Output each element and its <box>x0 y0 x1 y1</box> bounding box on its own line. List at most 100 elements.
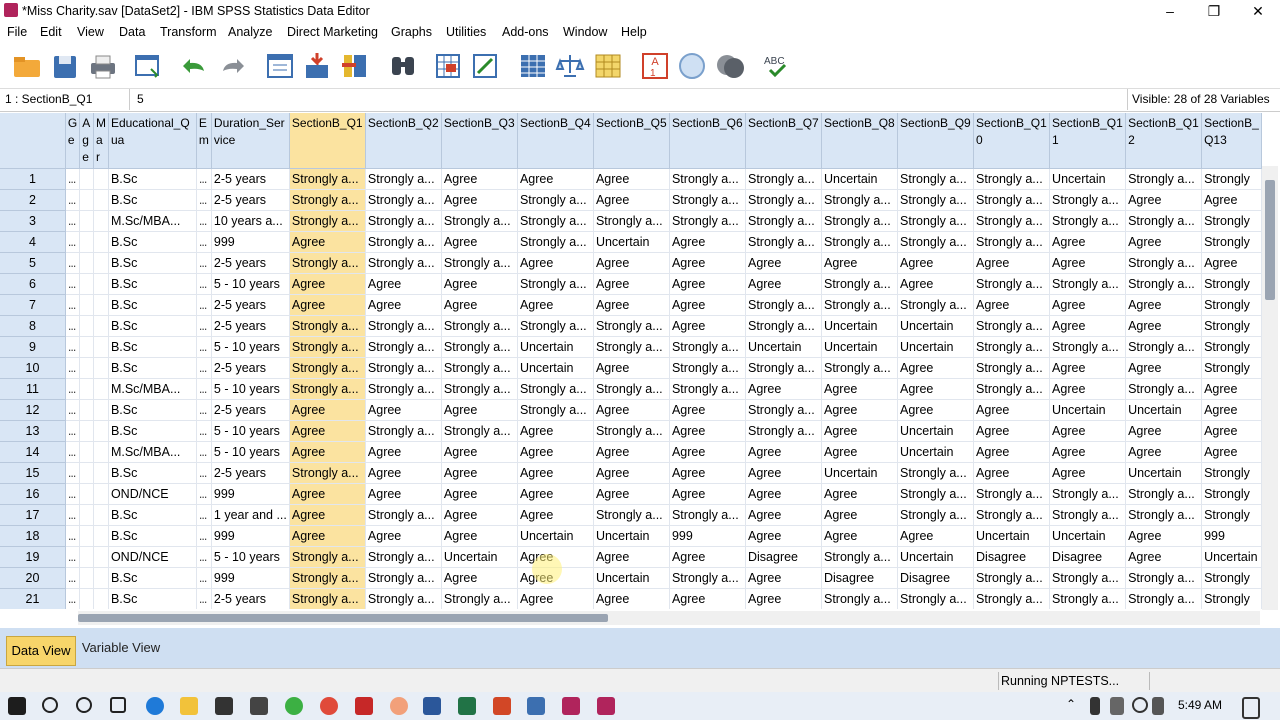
table-cell[interactable]: 5 - 10 years <box>211 420 290 442</box>
table-cell[interactable]: Agree <box>1125 315 1203 337</box>
table-cell[interactable]: Strongly a... <box>973 210 1051 232</box>
table-cell[interactable]: Agree <box>897 273 975 295</box>
table-cell[interactable]: 5 - 10 years <box>211 546 290 568</box>
spss-data-icon[interactable] <box>562 697 580 715</box>
truncated-cell[interactable] <box>79 273 94 295</box>
use-sets-icon[interactable] <box>677 51 707 81</box>
table-cell[interactable]: Strongly a... <box>289 567 366 589</box>
table-cell[interactable]: Agree <box>745 567 823 589</box>
row-number[interactable]: 5 <box>0 252 66 274</box>
truncated-cell[interactable] <box>79 378 94 400</box>
table-cell[interactable]: Strongly a... <box>1049 504 1127 526</box>
table-cell[interactable]: Strongly a... <box>669 168 746 190</box>
column-header[interactable]: E m <box>196 113 212 169</box>
table-cell[interactable]: 5 - 10 years <box>211 378 290 400</box>
table-cell[interactable]: Strongly a... <box>593 378 670 400</box>
table-cell[interactable]: 2-5 years <box>211 252 290 274</box>
table-cell[interactable]: Strongly a... <box>517 399 594 421</box>
table-cell[interactable]: Agree <box>593 588 670 609</box>
table-cell[interactable]: Uncertain <box>1049 168 1127 190</box>
table-cell[interactable]: Agree <box>1049 315 1127 337</box>
row-number[interactable]: 6 <box>0 273 66 295</box>
table-cell[interactable]: Agree <box>1201 378 1262 400</box>
table-cell[interactable]: Strongly a... <box>821 189 899 211</box>
truncated-cell[interactable] <box>93 378 109 400</box>
tray-chevron-icon[interactable]: ⌃ <box>1066 697 1078 711</box>
table-cell[interactable]: Strongly a... <box>973 336 1051 358</box>
select-cases-icon[interactable] <box>593 51 623 81</box>
goto-variable-icon[interactable] <box>302 51 332 81</box>
table-cell[interactable]: Strongly a... <box>745 399 823 421</box>
table-cell[interactable]: Agree <box>441 462 518 484</box>
table-cell[interactable]: Strongly a... <box>821 273 899 295</box>
windows-start-icon[interactable] <box>8 697 26 715</box>
table-cell[interactable]: B.Sc <box>108 315 197 337</box>
table-cell[interactable]: Strongly a... <box>1125 567 1203 589</box>
table-cell[interactable]: Agree <box>593 168 670 190</box>
truncated-cell[interactable] <box>93 525 109 547</box>
table-cell[interactable]: 999 <box>1201 525 1262 547</box>
menu-direct-marketing[interactable]: Direct Marketing <box>287 25 378 39</box>
table-cell[interactable]: Strongly a... <box>365 336 442 358</box>
table-cell[interactable]: Agree <box>441 189 518 211</box>
table-cell[interactable]: Agree <box>289 504 366 526</box>
table-cell[interactable]: Strongly a... <box>745 315 823 337</box>
table-cell[interactable]: Disagree <box>745 546 823 568</box>
menu-graphs[interactable]: Graphs <box>391 25 432 39</box>
table-cell[interactable]: Strongly a... <box>593 336 670 358</box>
network-icon[interactable] <box>1110 697 1124 715</box>
row-number[interactable]: 3 <box>0 210 66 232</box>
table-cell[interactable]: Agree <box>821 420 899 442</box>
table-cell[interactable]: Uncertain <box>593 525 670 547</box>
table-cell[interactable]: Strongly a... <box>517 231 594 253</box>
truncated-cell[interactable] <box>93 483 109 505</box>
row-number[interactable]: 20 <box>0 567 66 589</box>
table-cell[interactable]: Uncertain <box>517 525 594 547</box>
truncated-cell[interactable]: ... <box>65 336 81 358</box>
table-cell[interactable]: Strongly a... <box>973 588 1051 609</box>
column-header[interactable]: SectionB_Q10 <box>973 113 1051 169</box>
table-cell[interactable]: 1 year and ... <box>211 504 290 526</box>
spss-viewer-icon[interactable] <box>527 697 545 715</box>
table-cell[interactable]: Strongly <box>1201 567 1262 589</box>
table-cell[interactable]: Agree <box>593 189 670 211</box>
table-cell[interactable]: Agree <box>365 294 442 316</box>
column-header[interactable]: SectionB_Q8 <box>821 113 899 169</box>
table-cell[interactable]: Agree <box>441 294 518 316</box>
truncated-cell[interactable] <box>93 504 109 526</box>
table-cell[interactable]: Agree <box>821 504 899 526</box>
table-cell[interactable]: Agree <box>669 462 746 484</box>
truncated-cell[interactable] <box>93 294 109 316</box>
truncated-cell[interactable]: ... <box>65 252 81 274</box>
table-cell[interactable]: Agree <box>1049 441 1127 463</box>
table-cell[interactable]: Agree <box>517 168 594 190</box>
table-cell[interactable]: Uncertain <box>897 315 975 337</box>
row-number[interactable]: 10 <box>0 357 66 379</box>
row-number[interactable]: 13 <box>0 420 66 442</box>
table-cell[interactable]: Strongly <box>1201 483 1262 505</box>
table-cell[interactable]: Strongly a... <box>897 231 975 253</box>
table-cell[interactable]: Agree <box>593 252 670 274</box>
truncated-cell[interactable] <box>79 567 94 589</box>
table-cell[interactable]: Agree <box>441 168 518 190</box>
table-cell[interactable]: 2-5 years <box>211 462 290 484</box>
menu-data[interactable]: Data <box>119 25 145 39</box>
table-cell[interactable]: Agree <box>517 483 594 505</box>
horizontal-scroll-thumb[interactable] <box>78 614 608 622</box>
table-cell[interactable]: Strongly <box>1201 588 1262 609</box>
truncated-cell[interactable] <box>93 189 109 211</box>
table-cell[interactable]: Agree <box>593 273 670 295</box>
cortana-icon[interactable] <box>76 697 92 713</box>
table-cell[interactable]: Uncertain <box>897 441 975 463</box>
table-cell[interactable]: Uncertain <box>593 567 670 589</box>
table-cell[interactable]: 5 - 10 years <box>211 273 290 295</box>
table-cell[interactable]: Agree <box>441 483 518 505</box>
table-cell[interactable]: Strongly a... <box>1125 504 1203 526</box>
truncated-cell[interactable] <box>79 231 94 253</box>
truncated-cell[interactable] <box>79 189 94 211</box>
menu-add-ons[interactable]: Add-ons <box>502 25 549 39</box>
table-cell[interactable]: Strongly a... <box>745 231 823 253</box>
truncated-cell[interactable] <box>93 588 109 609</box>
table-cell[interactable]: Agree <box>365 399 442 421</box>
dialog-recall-icon[interactable] <box>133 51 163 81</box>
